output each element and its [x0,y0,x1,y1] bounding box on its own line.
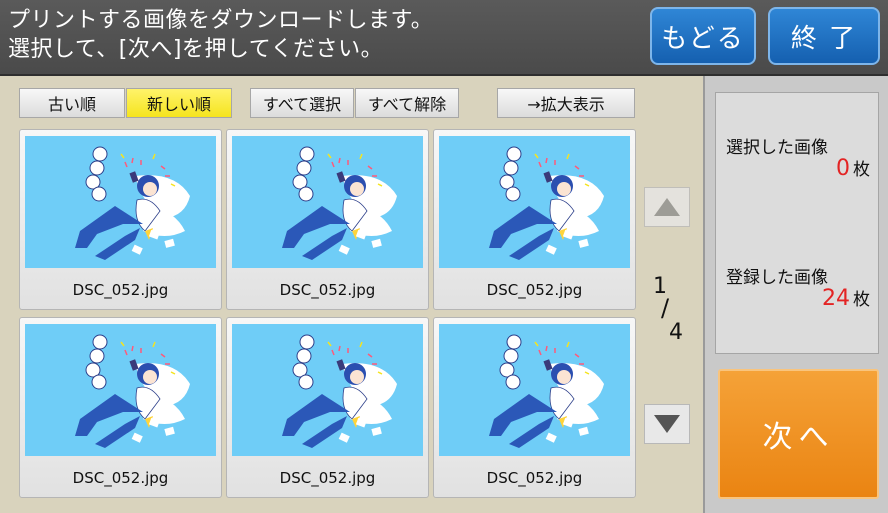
end-button[interactable]: 終 了 [768,7,880,65]
instruction-line-1: プリントする画像をダウンロードします。 [8,8,434,33]
registered-count-number: 24 [822,286,850,311]
selected-count: 0枚 [836,155,870,181]
thumbnail-filename: DSC_052.jpg [486,281,583,299]
clear-all-button[interactable]: すべて解除 [355,88,459,118]
thumbnail-image [25,324,216,456]
photo-illustration [25,136,216,268]
header-bar: プリントする画像をダウンロードします。 選択して、[次へ]を押してください。 も… [0,0,888,76]
page-separator: / [661,294,670,322]
photo-thumbnail[interactable]: DSC_052.jpg [226,129,429,310]
next-button[interactable]: 次へ [718,369,879,499]
photo-illustration [439,324,630,456]
page-down-button[interactable] [644,404,690,444]
thumbnail-image [439,324,630,456]
thumbnail-filename: DSC_052.jpg [486,469,583,487]
thumbnail-image [232,324,423,456]
thumbnail-filename: DSC_052.jpg [279,281,376,299]
selected-count-number: 0 [836,156,850,181]
photo-illustration [439,136,630,268]
arrow-down-icon [654,415,680,433]
photo-illustration [232,324,423,456]
side-panel: 選択した画像 0枚 登録した画像 24 枚 次へ [703,76,888,513]
registered-label: 登録した画像 [726,268,828,288]
photo-thumbnail[interactable]: DSC_052.jpg [226,317,429,498]
selected-label: 選択した画像 [726,138,828,158]
zoom-view-button[interactable]: →拡大表示 [497,88,635,118]
thumbnail-filename: DSC_052.jpg [279,469,376,487]
page-indicator: 1 / 4 [640,274,696,345]
page-up-button[interactable] [644,187,690,227]
registered-count-unit: 枚 [853,290,870,310]
photo-thumbnail[interactable]: DSC_052.jpg [19,317,222,498]
sort-oldest-button[interactable]: 古い順 [19,88,125,118]
count-box: 選択した画像 0枚 登録した画像 24 枚 [715,92,879,354]
photo-thumbnail[interactable]: DSC_052.jpg [433,129,636,310]
arrow-up-icon [654,198,680,216]
page-total: 4 [669,320,683,345]
photo-illustration [232,136,423,268]
registered-count: 24 枚 [822,285,870,311]
photo-thumbnail[interactable]: DSC_052.jpg [433,317,636,498]
thumbnail-image [25,136,216,268]
thumbnail-filename: DSC_052.jpg [72,469,169,487]
select-all-button[interactable]: すべて選択 [250,88,354,118]
sort-newest-button[interactable]: 新しい順 [126,88,232,118]
selected-count-unit: 枚 [853,160,870,180]
back-button[interactable]: もどる [650,7,756,65]
instruction-line-2: 選択して、[次へ]を押してください。 [8,37,384,62]
photo-illustration [25,324,216,456]
thumbnail-filename: DSC_052.jpg [72,281,169,299]
photo-thumbnail[interactable]: DSC_052.jpg [19,129,222,310]
thumbnail-image [439,136,630,268]
thumbnail-area: 古い順 新しい順 すべて選択 すべて解除 →拡大表示 DSC_052.jpg D… [0,76,703,513]
instruction-text: プリントする画像をダウンロードします。 選択して、[次へ]を押してください。 [8,6,433,64]
thumbnail-image [232,136,423,268]
